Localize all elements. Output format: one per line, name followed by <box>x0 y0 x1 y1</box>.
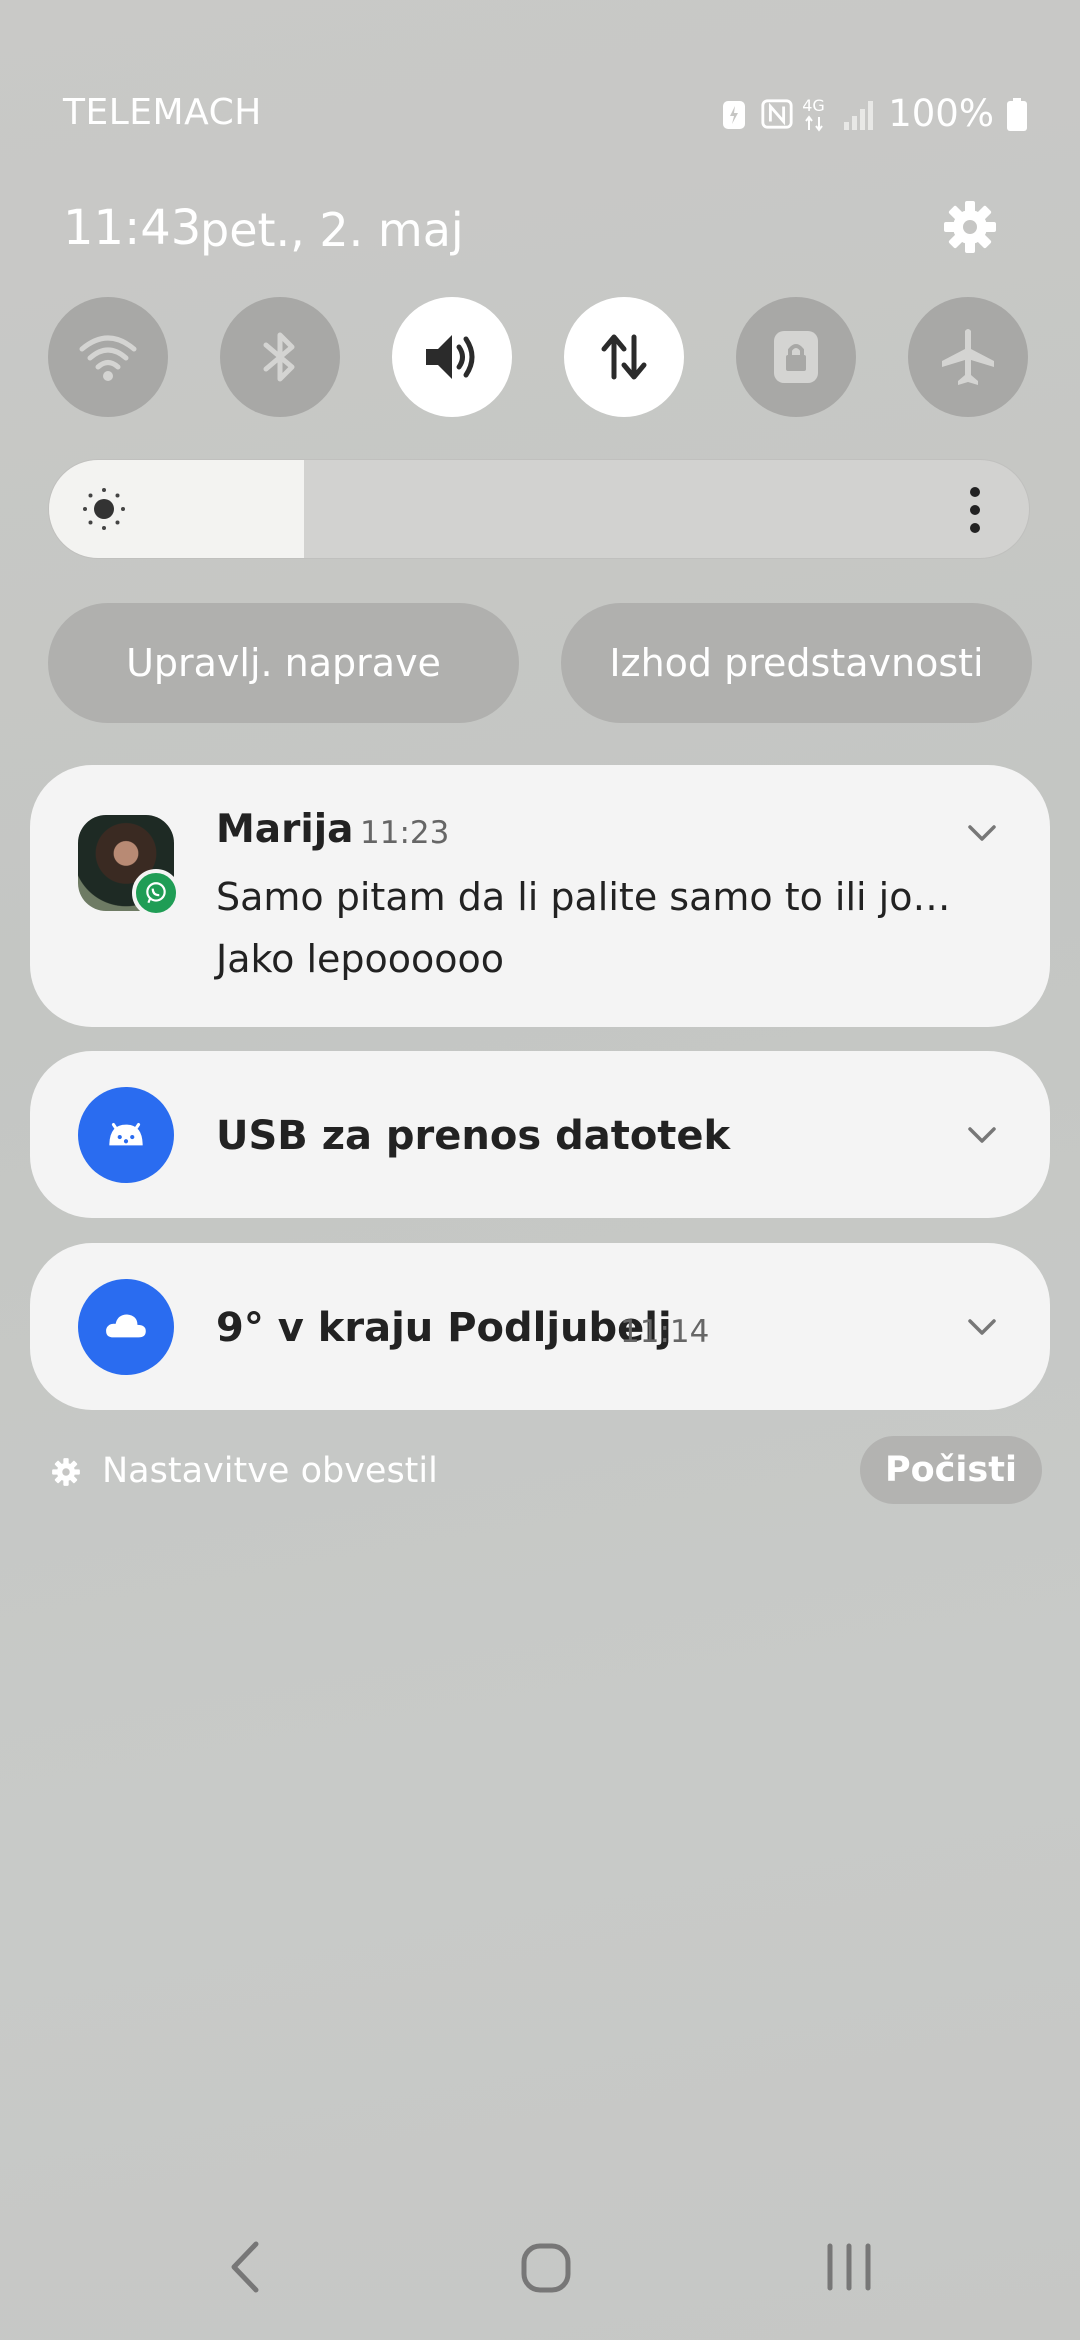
status-icons: 4G 100% <box>720 92 1028 135</box>
gear-icon[interactable] <box>50 1456 82 1488</box>
mobile-data-toggle[interactable] <box>564 297 684 417</box>
notification-card-weather[interactable]: 9° v kraju Podljubelj 11:14 <box>30 1243 1050 1410</box>
chevron-down-icon[interactable] <box>964 821 1000 845</box>
gear-icon[interactable] <box>940 197 1000 257</box>
sun-icon <box>82 487 126 531</box>
chevron-down-icon[interactable] <box>964 1123 1000 1147</box>
media-output-button[interactable]: Izhod predstavnosti <box>561 603 1032 723</box>
clock: 11:43 <box>63 200 202 256</box>
wifi-icon <box>79 335 137 381</box>
notification-card-whatsapp[interactable]: Marija 11:23 Samo pitam da li palite sam… <box>30 765 1050 1027</box>
cloud-icon <box>78 1279 174 1375</box>
battery-saver-icon <box>720 96 748 132</box>
data-arrows-icon <box>601 334 647 380</box>
clear-all-button[interactable]: Počisti <box>860 1436 1042 1504</box>
wifi-toggle[interactable] <box>48 297 168 417</box>
volume-icon <box>426 335 475 379</box>
notification-title: 9° v kraju Podljubelj <box>216 1305 672 1351</box>
whatsapp-icon <box>132 869 180 917</box>
device-control-button[interactable]: Upravlj. naprave <box>48 603 519 723</box>
notification-sender: Marija <box>216 807 354 852</box>
date-label: pet., 2. maj <box>200 203 464 257</box>
notification-message: Jako lepoooooo <box>216 937 505 981</box>
lock-icon <box>774 331 818 383</box>
bluetooth-toggle[interactable] <box>220 297 340 417</box>
android-system-icon <box>78 1087 174 1183</box>
back-icon[interactable] <box>226 2240 266 2294</box>
recent-apps-icon[interactable] <box>822 2242 876 2292</box>
notification-time: 11:23 <box>360 815 450 851</box>
notification-title: USB za prenos datotek <box>216 1113 731 1159</box>
battery-percent: 100% <box>888 92 994 135</box>
airplane-icon <box>942 329 994 385</box>
notification-message: Samo pitam da li palite samo to ili jo… <box>216 875 951 919</box>
rotation-lock-toggle[interactable] <box>736 297 856 417</box>
chevron-down-icon[interactable] <box>964 1315 1000 1339</box>
signal-icon <box>842 96 876 132</box>
brightness-slider[interactable] <box>48 459 1030 559</box>
bluetooth-icon <box>263 332 295 382</box>
4g-icon: 4G <box>800 96 830 132</box>
carrier-label: TELEMACH <box>63 92 262 133</box>
notification-time: 11:14 <box>620 1314 710 1350</box>
notification-card-usb[interactable]: USB za prenos datotek <box>30 1051 1050 1218</box>
sound-toggle[interactable] <box>392 297 512 417</box>
notification-settings-link[interactable]: Nastavitve obvestil <box>102 1451 438 1491</box>
airplane-toggle[interactable] <box>908 297 1028 417</box>
battery-icon <box>1006 96 1028 132</box>
nfc-icon <box>760 96 793 132</box>
more-vertical-icon[interactable] <box>968 486 982 534</box>
home-icon[interactable] <box>520 2242 572 2294</box>
